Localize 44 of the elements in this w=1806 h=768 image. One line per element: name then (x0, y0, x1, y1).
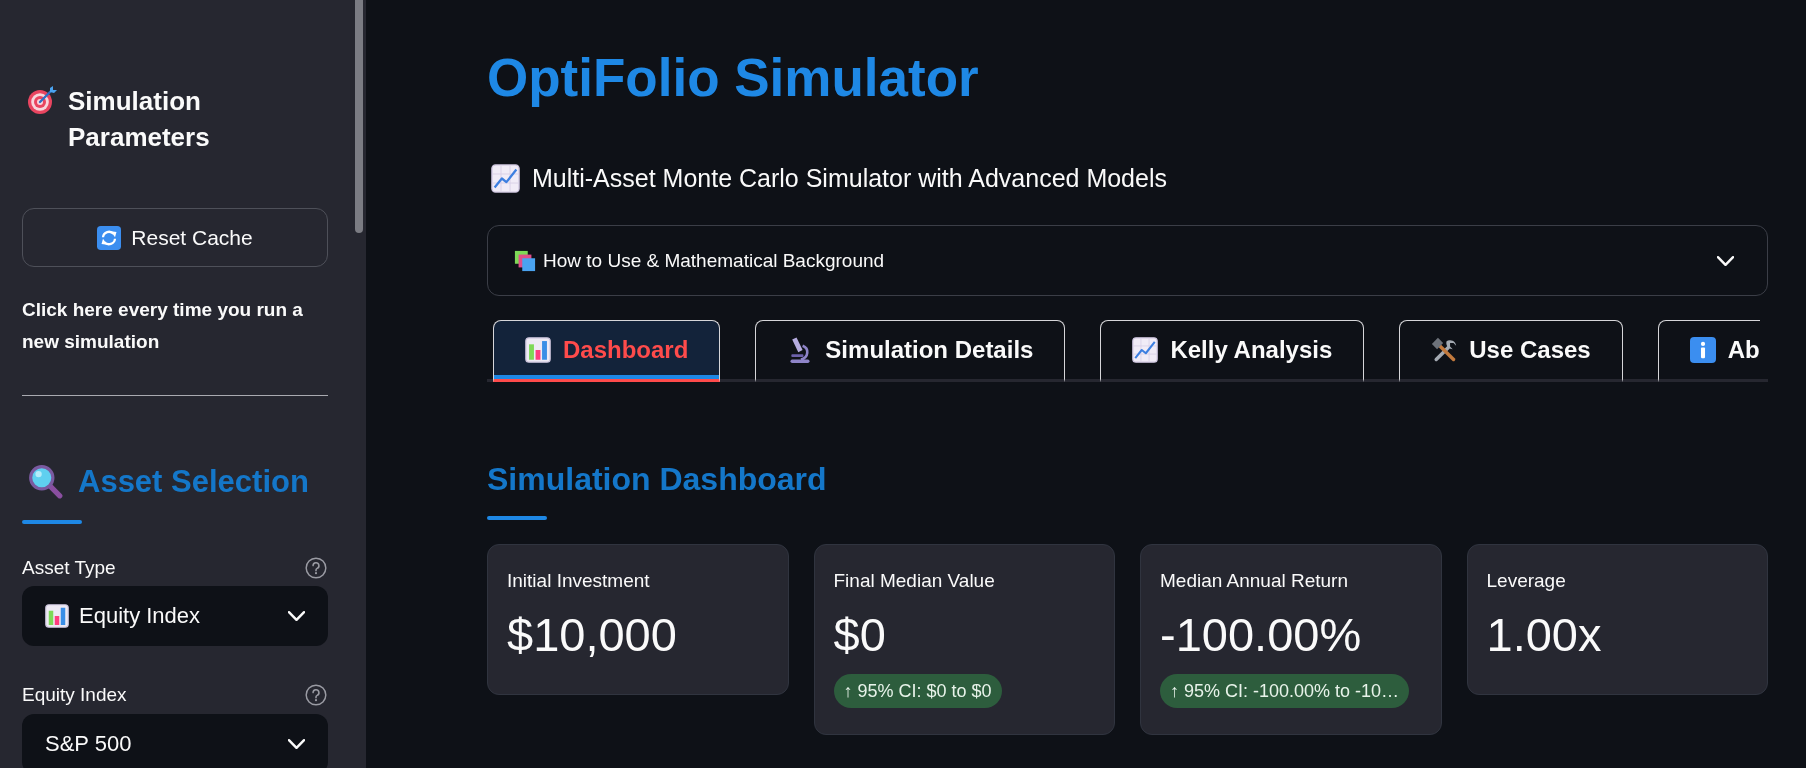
metric-label: Leverage (1486, 569, 1567, 593)
sidebar-note: Click here every time you run a new simulation (22, 298, 304, 354)
subtitle: Multi-Asset Monte Carlo Simulator with Advanced Models (532, 163, 1167, 193)
field-label: Asset Type (22, 556, 116, 580)
info-icon (1689, 337, 1716, 363)
tab[interactable]: Use Cases (1399, 320, 1623, 382)
target-icon (27, 86, 57, 115)
sidebar-title: Simulation Parameters (68, 85, 211, 154)
metric-value: $10,000 (507, 607, 678, 663)
select-field[interactable]: S&P 500 (22, 714, 328, 768)
tab[interactable]: Ab (1657, 320, 1760, 382)
expander-header[interactable]: How to Use & Mathematical Background (487, 225, 1768, 296)
chevron-down-icon (288, 739, 305, 749)
heading-underline (22, 520, 82, 524)
field-label: Equity Index (22, 683, 127, 707)
delta-badge: ↑ 95% CI: $0 to $0 (833, 674, 1002, 708)
magnifier-icon (28, 464, 64, 500)
bar-chart-icon (525, 337, 551, 363)
metric-value: 1.00x (1486, 607, 1603, 663)
scrollbar-thumb[interactable] (355, 0, 363, 233)
line-chart-icon (1132, 337, 1159, 363)
reset-cache-button[interactable]: Reset Cache (22, 208, 328, 267)
tools-icon (1431, 337, 1458, 363)
delta-badge: ↑ 95% CI: -100.00% to -10… (1160, 674, 1410, 708)
stacked-squares-icon (514, 249, 536, 272)
bar-chart-icon (45, 604, 69, 628)
tab[interactable]: Dashboard (493, 320, 721, 382)
metric-label: Final Median Value (833, 569, 996, 593)
line-chart-icon (491, 163, 520, 193)
metric-label: Initial Investment (507, 569, 651, 593)
tab[interactable]: Simulation Details (755, 320, 1066, 382)
section-title: Simulation Dashboard (487, 460, 828, 499)
metric-label: Median Annual Return (1160, 569, 1349, 593)
help-icon[interactable] (305, 684, 327, 706)
help-icon[interactable] (305, 557, 327, 579)
chevron-down-icon (288, 611, 305, 621)
metric-value: -100.00% (1160, 607, 1363, 663)
tab[interactable]: Kelly Analysis (1100, 320, 1365, 382)
app-title: OptiFolio Simulator (487, 47, 980, 109)
refresh-icon (97, 225, 122, 250)
metric-value: $0 (833, 607, 887, 663)
select-field[interactable]: Equity Index (22, 586, 328, 646)
heading-underline (487, 516, 547, 520)
section-title: Asset Selection (78, 463, 309, 501)
